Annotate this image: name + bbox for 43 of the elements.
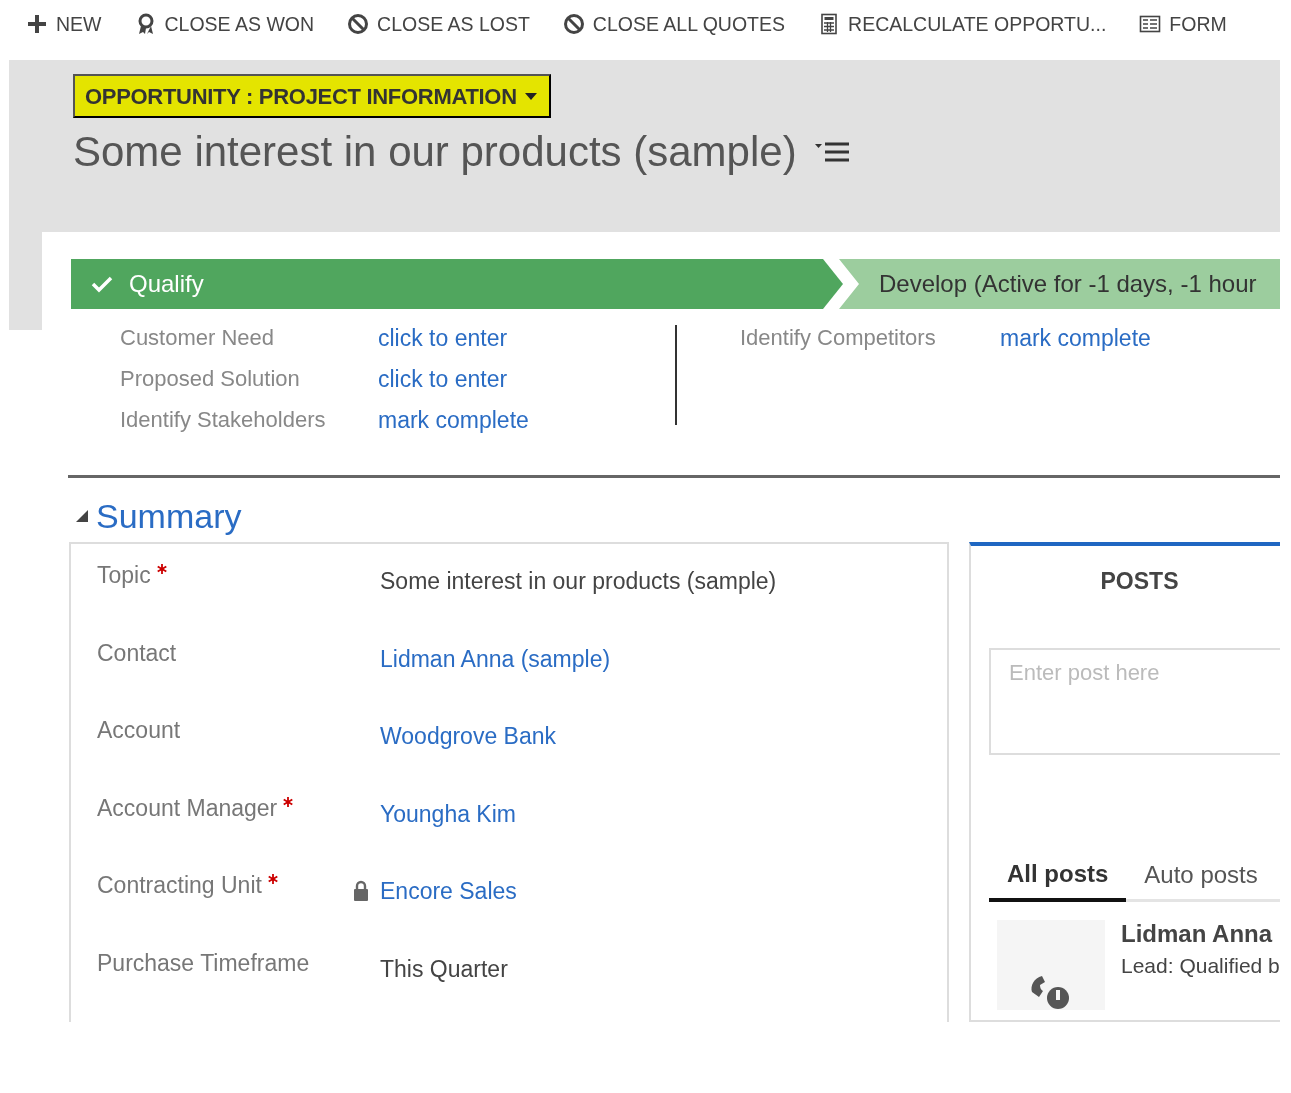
- step-link[interactable]: mark complete: [1000, 325, 1151, 351]
- step-link[interactable]: click to enter: [378, 366, 508, 392]
- toolbar-button[interactable]: CLOSE AS LOST: [347, 12, 530, 36]
- field-link[interactable]: Lidman Anna (sample): [380, 645, 611, 673]
- posts-tab[interactable]: Auto posts: [1126, 860, 1276, 902]
- record-title: Some interest in our products (sample): [73, 128, 797, 176]
- step-label: Customer Need: [120, 325, 276, 352]
- plus-icon: [26, 13, 48, 35]
- field-label: Account: [97, 717, 181, 743]
- toolbar-button[interactable]: FORM: [1139, 12, 1227, 36]
- toolbar-button[interactable]: NEW: [26, 12, 102, 36]
- step-label: Identify Stakeholders: [120, 407, 327, 434]
- post-author[interactable]: Lidman Anna: [1121, 920, 1280, 948]
- step-link[interactable]: mark complete: [378, 407, 529, 433]
- post-text: Lead: Qualified b: [1121, 954, 1280, 978]
- posts-tab[interactable]: All posts: [989, 860, 1127, 902]
- post-input[interactable]: Enter post here: [989, 648, 1280, 755]
- field-label: Contact: [97, 639, 177, 666]
- caret-icon: [524, 93, 537, 101]
- field-value: This Quarter: [380, 955, 508, 983]
- field-label: Account Manager: [97, 794, 278, 821]
- section-title[interactable]: Summary: [96, 496, 242, 536]
- field-value: Some interest in our products (sample): [380, 568, 777, 595]
- step-label: Proposed Solution: [120, 366, 301, 393]
- field-label: Topic: [97, 562, 151, 588]
- toolbar-button[interactable]: RECALCULATE OPPORTU...: [818, 12, 1107, 36]
- panel-title: POSTS: [1099, 567, 1180, 595]
- menu-icon: [814, 141, 849, 163]
- ban-icon: [347, 13, 370, 35]
- field-link[interactable]: Encore Sales: [380, 878, 517, 905]
- form-selector[interactable]: OPPORTUNITY : PROJECT INFORMATION: [73, 74, 551, 118]
- form-icon: [1139, 13, 1162, 35]
- field-label: Contracting Unit: [97, 872, 262, 898]
- step-link[interactable]: click to enter: [378, 325, 508, 351]
- ban-icon: [562, 13, 585, 35]
- field-label: Purchase Timeframe: [97, 949, 310, 976]
- toolbar-button[interactable]: CLOSE ALL QUOTES: [562, 12, 786, 36]
- step-label: Identify Competitors: [740, 325, 937, 352]
- field-link[interactable]: Woodgrove Bank: [380, 723, 556, 750]
- check-icon: [91, 275, 113, 293]
- process-stage[interactable]: Develop (Active for -1 days, -1 hour: [839, 259, 1280, 309]
- toolbar-button[interactable]: CLOSE AS WON: [134, 12, 315, 36]
- field-link[interactable]: Youngha Kim: [380, 800, 516, 828]
